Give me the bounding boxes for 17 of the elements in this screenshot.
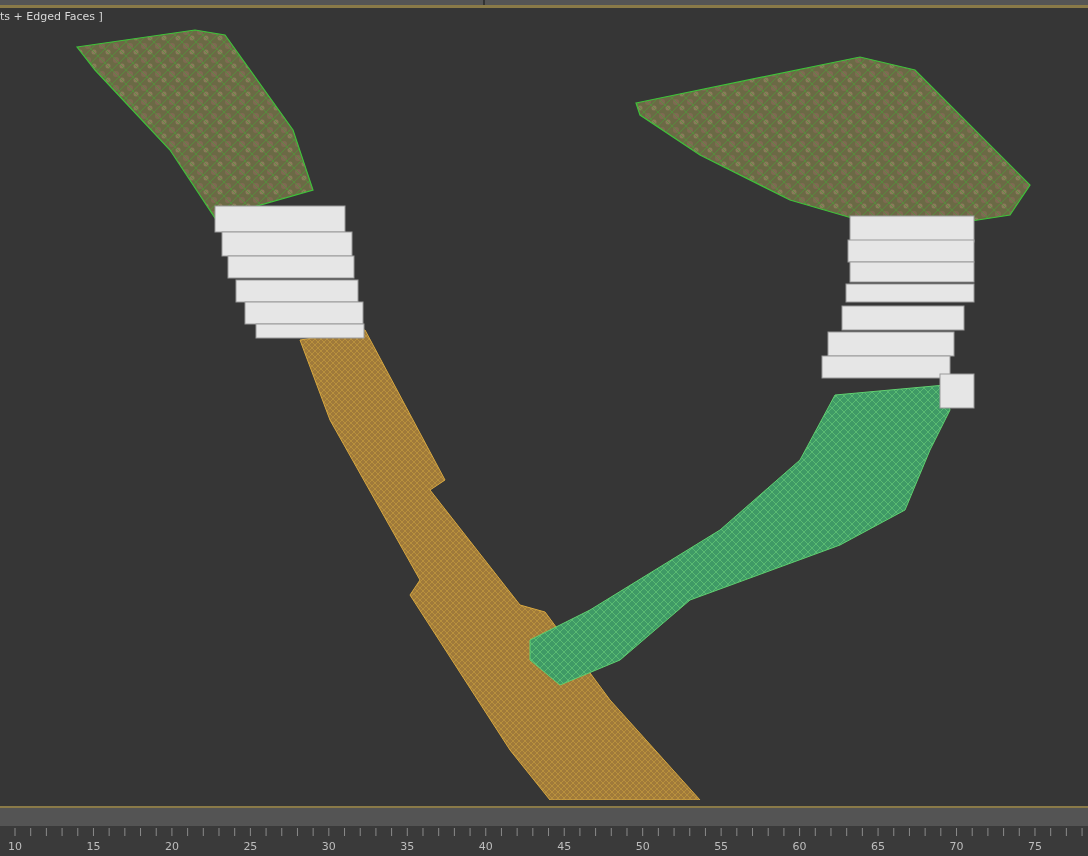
frame-label: 65 bbox=[871, 840, 886, 854]
frame-label: 45 bbox=[557, 840, 572, 854]
timeline-ruler[interactable]: 10 15 20 25 30 35 40 45 50 55 60 65 70 75 bbox=[0, 826, 1088, 856]
frame-label: 25 bbox=[243, 840, 258, 854]
frame-label: 50 bbox=[635, 840, 650, 854]
frame-label: 35 bbox=[400, 840, 415, 854]
frame-label: 70 bbox=[949, 840, 964, 854]
frame-label: 15 bbox=[86, 840, 101, 854]
frame-label: 55 bbox=[714, 840, 729, 854]
frame-label: 30 bbox=[321, 840, 336, 854]
frame-label: 10 bbox=[8, 840, 22, 854]
frame-label: 75 bbox=[1028, 840, 1042, 854]
viewport-label[interactable]: ts + Edged Faces ] bbox=[0, 10, 103, 23]
frame-label: 40 bbox=[478, 840, 493, 854]
track-bar[interactable] bbox=[0, 808, 1088, 827]
frame-label: 20 bbox=[164, 840, 179, 854]
frame-label: 60 bbox=[792, 840, 807, 854]
